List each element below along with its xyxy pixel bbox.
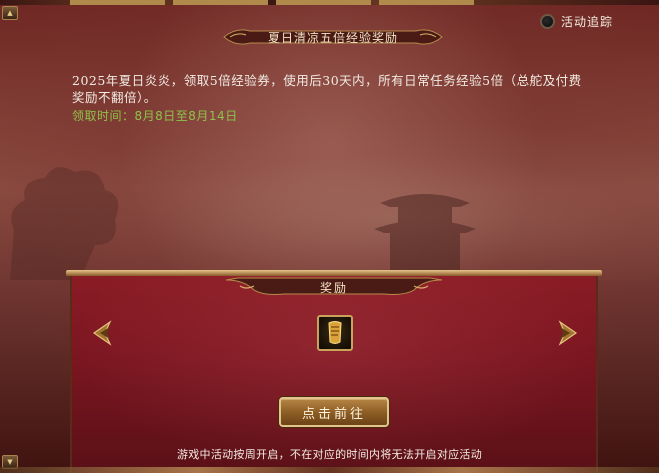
schedule-notice: 游戏中活动按周开启，不在对应的时间内将无法开启对应活动: [176, 448, 483, 461]
next-arrow-icon[interactable]: [556, 318, 582, 348]
period-label: 领取时间：: [72, 109, 135, 123]
tracker-checkbox[interactable]: [540, 13, 555, 29]
top-tab-2[interactable]: [173, 0, 268, 5]
scroll-up-icon[interactable]: ▲: [2, 6, 18, 20]
gold-scroll-icon: [328, 321, 342, 344]
prev-arrow-icon[interactable]: [88, 318, 114, 348]
pavilion-silhouette: [374, 194, 476, 275]
event-description: 2025年夏日炎炎，领取5倍经验券，使用后30天内，所有日常任务经验5倍（总舵及…: [72, 73, 582, 105]
reward-item-slot[interactable]: [317, 315, 353, 351]
event-title: 夏日清凉五倍经验奖励: [267, 30, 398, 45]
tree-silhouette: [10, 167, 119, 280]
top-tab-3[interactable]: [276, 0, 371, 5]
activity-tracker-toggle[interactable]: 活动追踪: [540, 11, 613, 31]
event-title-banner: 夏日清凉五倍经验奖励: [222, 26, 444, 48]
top-tab-4[interactable]: [379, 0, 474, 5]
go-button[interactable]: 点击前往: [279, 397, 389, 427]
reward-header-title: 奖励: [319, 280, 348, 295]
top-tab-1[interactable]: [70, 0, 165, 5]
period-value: 8月8日至8月14日: [134, 109, 238, 123]
bottom-frame-strip: [0, 467, 659, 473]
reward-panel: [70, 270, 598, 473]
event-period: 领取时间：8月8日至8月14日: [72, 107, 238, 124]
tracker-label: 活动追踪: [561, 14, 614, 29]
reward-header-banner: 奖励: [224, 276, 444, 298]
